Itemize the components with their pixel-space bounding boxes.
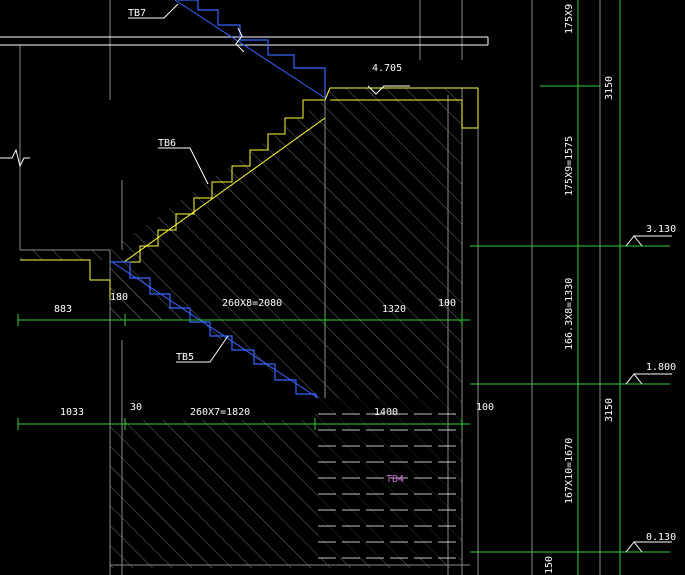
dim-upper-right: 100 [438,298,456,309]
stair-section-drawing: TB7 TB6 TB5 TB4 4.705 3.130 1.800 0.130 … [0,0,685,575]
dim-total-upper: 3150 [604,76,615,100]
elevation-3130: 3.130 [646,224,676,235]
dim-lower-right: 100 [476,402,494,413]
dim-lower-landing: 1400 [374,407,398,418]
dim-low-small: 150 [544,556,555,574]
label-tb7: TB7 [128,8,146,19]
dim-top-rise-clip: 175X9 [564,4,575,34]
dim-lower-gap: 30 [130,402,142,413]
dim-lower-run: 260X7=1820 [190,407,250,418]
dim-top-rise: 175X9=1575 [564,136,575,196]
dim-upper-landing: 1320 [382,304,406,315]
hatch-left-sliver [20,250,110,260]
elevation-1800: 1.800 [646,362,676,373]
dim-lower-left: 1033 [60,407,84,418]
label-tb6: TB6 [158,138,176,149]
elevation-4705: 4.705 [372,63,402,74]
dim-upper-left: 883 [54,304,72,315]
dim-upper-run: 260X8=2080 [222,298,282,309]
elevation-0130: 0.130 [646,532,676,543]
label-tb4: TB4 [386,474,404,485]
dim-total-lower: 3150 [604,398,615,422]
label-tb5: TB5 [176,352,194,363]
dim-upper-gap: 180 [110,292,128,303]
dim-low-rise: 167X10=1670 [564,438,575,504]
dim-mid-rise: 166.3X8=1330 [564,278,575,350]
